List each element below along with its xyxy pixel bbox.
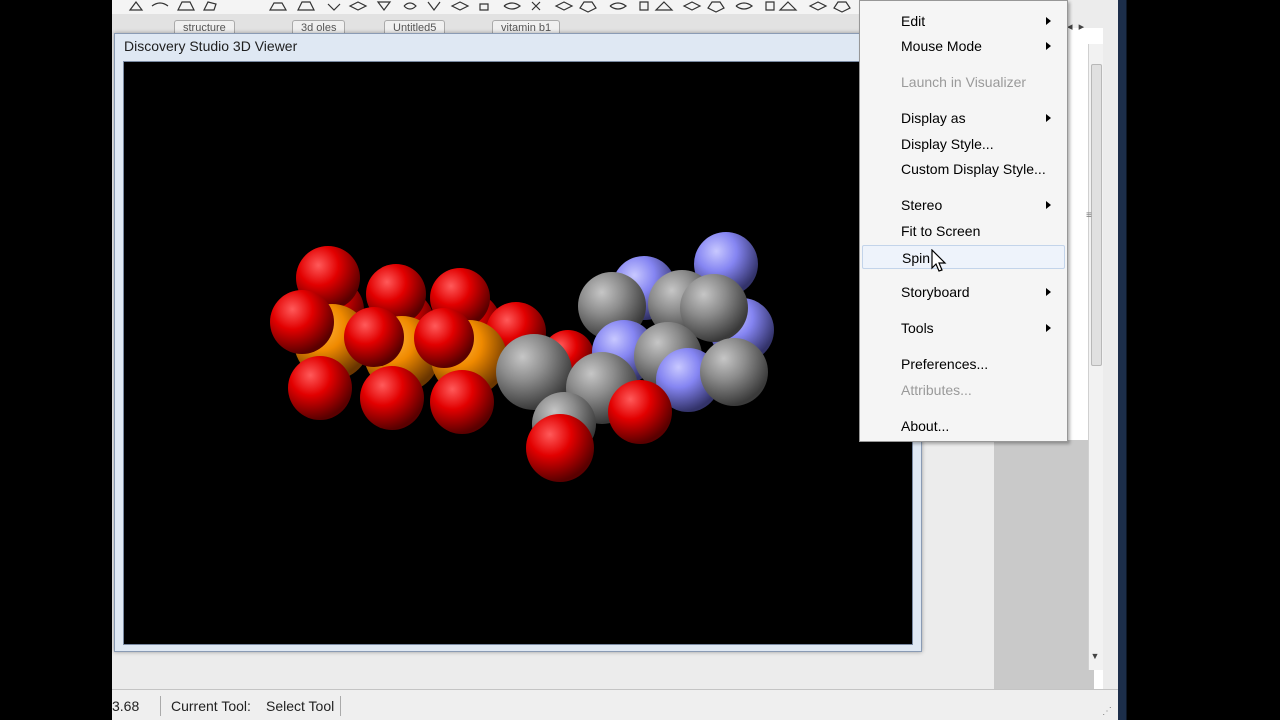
menu-item-display-style[interactable]: Display Style... bbox=[862, 132, 1065, 156]
scrollbar-thumb[interactable] bbox=[1091, 64, 1102, 366]
status-separator bbox=[340, 696, 341, 716]
menu-item-label: Edit bbox=[901, 13, 926, 29]
menu-item-label: Tools bbox=[901, 320, 934, 336]
submenu-arrow-icon bbox=[1046, 17, 1051, 25]
tab-scroll-arrows[interactable]: ◂ ▸ bbox=[1067, 20, 1084, 33]
document-tabs: structure 3d oles Untitled5 vitamin b1 bbox=[112, 14, 872, 34]
atom-oxygen bbox=[526, 414, 594, 482]
atom-oxygen bbox=[414, 308, 474, 368]
submenu-arrow-icon bbox=[1046, 201, 1051, 209]
menu-item-preferences[interactable]: Preferences... bbox=[862, 352, 1065, 376]
submenu-arrow-icon bbox=[1046, 324, 1051, 332]
menu-item-launch-in-visualizer[interactable]: Launch in Visualizer bbox=[862, 70, 1065, 94]
menu-item-label: Launch in Visualizer bbox=[901, 74, 1027, 90]
menu-item-label: Mouse Mode bbox=[901, 38, 982, 54]
atom-oxygen bbox=[608, 380, 672, 444]
submenu-arrow-icon bbox=[1046, 114, 1051, 122]
status-current-tool-label: Current Tool: bbox=[171, 698, 251, 714]
scroll-down-icon[interactable]: ▼ bbox=[1088, 651, 1102, 661]
status-separator bbox=[160, 696, 161, 716]
toolbar-shape-icons[interactable] bbox=[112, 0, 872, 14]
atom-carbon bbox=[700, 338, 768, 406]
status-coordinate: 3.68 bbox=[112, 698, 140, 714]
menu-item-fit-to-screen[interactable]: Fit to Screen bbox=[862, 219, 1065, 243]
submenu-arrow-icon bbox=[1046, 288, 1051, 296]
menu-item-edit[interactable]: Edit bbox=[862, 9, 1065, 33]
menu-item-attributes[interactable]: Attributes... bbox=[862, 378, 1065, 402]
menu-item-custom-display-style[interactable]: Custom Display Style... bbox=[862, 157, 1065, 181]
menu-item-label: Storyboard bbox=[901, 284, 970, 300]
menu-item-display-as[interactable]: Display as bbox=[862, 106, 1065, 130]
menu-item-label: Spin bbox=[902, 250, 931, 266]
atom-oxygen bbox=[360, 366, 424, 430]
menu-item-storyboard[interactable]: Storyboard bbox=[862, 280, 1065, 304]
resize-grip-icon[interactable]: ⋰ bbox=[1102, 706, 1112, 717]
atom-oxygen bbox=[344, 307, 404, 367]
status-bar: 3.68 Current Tool: Select Tool ⋰ bbox=[112, 689, 1118, 720]
menu-item-label: Attributes... bbox=[901, 382, 972, 398]
splitter-grip-icon[interactable]: ≡ bbox=[1086, 210, 1092, 221]
context-menu: Edit Mouse Mode Launch in Visualizer Dis… bbox=[859, 0, 1068, 442]
viewer-title: Discovery Studio 3D Viewer bbox=[124, 38, 298, 54]
menu-item-stereo[interactable]: Stereo bbox=[862, 193, 1065, 217]
menu-item-label: Custom Display Style... bbox=[901, 161, 1046, 177]
menu-item-label: Stereo bbox=[901, 197, 943, 213]
tab-3d-oles[interactable]: 3d oles bbox=[292, 20, 346, 34]
menu-item-label: Display Style... bbox=[901, 136, 994, 152]
menu-item-tools[interactable]: Tools bbox=[862, 316, 1065, 340]
menu-item-about[interactable]: About... bbox=[862, 414, 1065, 438]
right-panel-gray-area bbox=[994, 440, 1094, 690]
desktop-background bbox=[1118, 0, 1280, 720]
atom-oxygen bbox=[430, 370, 494, 434]
tab-vitamin-b1[interactable]: vitamin b1 bbox=[492, 20, 561, 34]
status-current-tool-value: Select Tool bbox=[266, 698, 335, 714]
menu-item-label: About... bbox=[901, 418, 950, 434]
mouse-cursor-icon bbox=[931, 249, 947, 272]
atom-oxygen bbox=[288, 356, 352, 420]
tab-untitled5[interactable]: Untitled5 bbox=[384, 20, 446, 34]
viewer-3d-canvas[interactable] bbox=[123, 61, 913, 645]
shape-toolbar bbox=[112, 0, 872, 15]
tab-structure[interactable]: structure bbox=[174, 20, 235, 34]
viewer-window: Discovery Studio 3D Viewer bbox=[114, 33, 922, 652]
menu-item-label: Preferences... bbox=[901, 356, 989, 372]
menu-item-label: Display as bbox=[901, 110, 966, 126]
menu-item-label: Fit to Screen bbox=[901, 223, 981, 239]
menu-item-spin[interactable]: Spin bbox=[862, 245, 1065, 269]
atom-oxygen bbox=[270, 290, 334, 354]
vertical-scrollbar[interactable] bbox=[1088, 44, 1103, 670]
molecule-model[interactable] bbox=[124, 62, 912, 644]
submenu-arrow-icon bbox=[1046, 42, 1051, 50]
menu-item-mouse-mode[interactable]: Mouse Mode bbox=[862, 34, 1065, 58]
